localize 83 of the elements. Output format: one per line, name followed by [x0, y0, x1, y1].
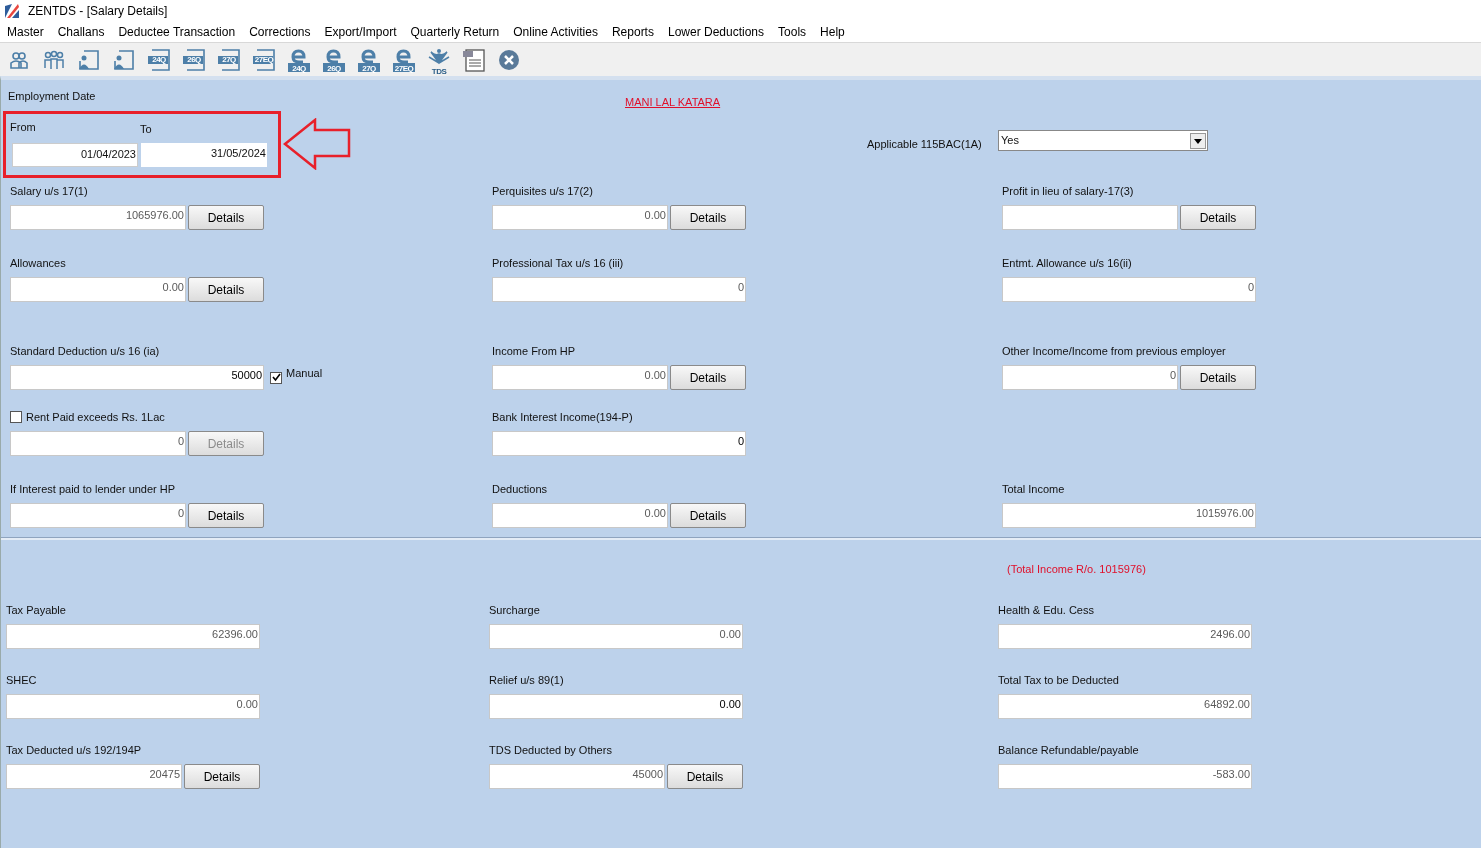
- details-button[interactable]: Details: [1180, 205, 1256, 230]
- menu-item[interactable]: Challans: [52, 23, 110, 41]
- field-label: Health & Edu. Cess: [998, 602, 1095, 618]
- field-label: Tax Deducted u/s 192/194P: [6, 742, 143, 758]
- field-label: Surcharge: [489, 602, 541, 618]
- input-field[interactable]: 0: [10, 503, 186, 528]
- field-label: Standard Deduction u/s 16 (ia): [10, 343, 161, 359]
- input-field[interactable]: 62396.00: [6, 624, 260, 649]
- details-button[interactable]: Details: [670, 205, 746, 230]
- input-field[interactable]: -583.00: [998, 764, 1252, 789]
- menu-item[interactable]: Export/Import: [319, 23, 402, 41]
- input-field[interactable]: 50000: [10, 365, 264, 390]
- menu-item[interactable]: Tools: [773, 23, 812, 41]
- input-field[interactable]: 0: [492, 277, 746, 302]
- input-field[interactable]: 1015976.00: [1002, 503, 1256, 528]
- menu-item[interactable]: Deductee Transaction: [113, 23, 241, 41]
- menu-item[interactable]: Online Activities: [508, 23, 603, 41]
- details-button[interactable]: Details: [188, 277, 264, 302]
- input-field[interactable]: 0: [1002, 277, 1256, 302]
- field-label: Profit in lieu of salary-17(3): [1002, 183, 1135, 199]
- field-label: Income From HP: [492, 343, 577, 359]
- regime-label: Applicable 115BAC(1A): [867, 137, 982, 152]
- checkbox[interactable]: [10, 410, 22, 423]
- field-label: Allowances: [10, 255, 67, 271]
- input-field[interactable]: 0: [1002, 365, 1178, 390]
- input-field[interactable]: 0.00: [489, 694, 743, 719]
- field-label: TDS Deducted by Others: [489, 742, 613, 758]
- field-label: Total Income: [1002, 481, 1066, 497]
- to-label: To: [140, 122, 152, 137]
- input-field[interactable]: 45000: [489, 764, 665, 789]
- input-field[interactable]: 0.00: [6, 694, 260, 719]
- input-field[interactable]: 0.00: [492, 205, 668, 230]
- app-logo-icon: [4, 3, 20, 19]
- field-label: Salary u/s 17(1): [10, 183, 89, 199]
- arrow-annotation: [283, 118, 351, 170]
- input-field[interactable]: 0.00: [492, 365, 668, 390]
- checkbox-label: Manual: [286, 366, 323, 381]
- menu-item[interactable]: Lower Deductions: [662, 23, 770, 41]
- field-label: Entmt. Allowance u/s 16(ii): [1002, 255, 1133, 271]
- menu-item[interactable]: Reports: [606, 23, 659, 41]
- details-button[interactable]: Details: [184, 764, 260, 789]
- total-income-note: (Total Income R/o. 1015976): [1007, 562, 1146, 577]
- details-button[interactable]: Details: [188, 205, 264, 230]
- field-label: Perquisites u/s 17(2): [492, 183, 594, 199]
- menu-item[interactable]: Master: [2, 23, 49, 41]
- field-label: Other Income/Income from previous employer: [1002, 343, 1227, 359]
- dropdown-caret-icon: [1190, 132, 1206, 149]
- menu-item[interactable]: Quarterly Return: [405, 23, 505, 41]
- input-field[interactable]: 0.00: [10, 277, 186, 302]
- menu-item[interactable]: Corrections: [244, 23, 316, 41]
- regime-dropdown[interactable]: Yes: [998, 130, 1208, 151]
- field-label: SHEC: [6, 672, 38, 688]
- field-label: Relief u/s 89(1): [489, 672, 565, 688]
- document-icon[interactable]: [460, 46, 488, 73]
- details-button[interactable]: Details: [670, 365, 746, 390]
- field-label: Deductions: [492, 481, 549, 497]
- details-button[interactable]: Details: [188, 503, 264, 528]
- field-label: Total Tax to be Deducted: [998, 672, 1120, 688]
- field-label: Bank Interest Income(194-P): [492, 409, 634, 425]
- field-label: If Interest paid to lender under HP: [10, 481, 177, 497]
- details-button[interactable]: Details: [1180, 365, 1256, 390]
- from-label: From: [10, 120, 36, 135]
- details-button[interactable]: Details: [670, 503, 746, 528]
- menu-item[interactable]: Help: [815, 23, 850, 41]
- input-field[interactable]: 1065976.00: [10, 205, 186, 230]
- field-label: Rent Paid exceeds Rs. 1Lac: [26, 409, 165, 425]
- input-field[interactable]: 0: [492, 431, 746, 456]
- details-button[interactable]: Details: [667, 764, 743, 789]
- field-label: Balance Refundable/payable: [998, 742, 1140, 758]
- field-label: Professional Tax u/s 16 (iii): [492, 255, 625, 271]
- window-title: ZENTDS - [Salary Details]: [28, 3, 168, 20]
- input-field[interactable]: 0.00: [489, 624, 743, 649]
- input-field[interactable]: 20475: [6, 764, 182, 789]
- input-field[interactable]: 2496.00: [998, 624, 1252, 649]
- from-date-field[interactable]: 01/04/2023: [12, 143, 138, 167]
- input-field[interactable]: [1002, 205, 1178, 230]
- to-date-field[interactable]: 31/05/2024: [141, 143, 267, 167]
- section-heading: Employment Date: [8, 89, 96, 104]
- input-field[interactable]: 0.00: [492, 503, 668, 528]
- input-field[interactable]: 0: [10, 431, 186, 456]
- field-label: Tax Payable: [6, 602, 67, 618]
- checkbox[interactable]: [270, 371, 282, 384]
- input-field[interactable]: 64892.00: [998, 694, 1252, 719]
